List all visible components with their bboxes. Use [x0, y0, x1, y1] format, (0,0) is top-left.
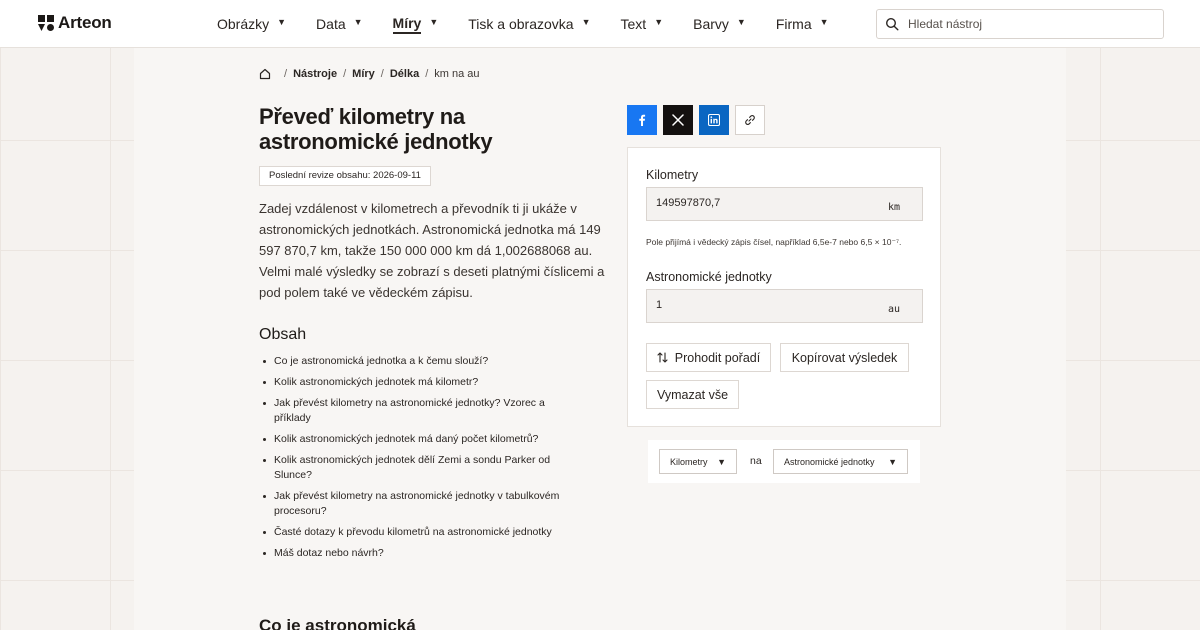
- share-linkedin-button[interactable]: [699, 105, 729, 135]
- revision-badge: Poslední revize obsahu: 2026-09-11: [259, 166, 431, 186]
- from-label: Kilometry: [646, 168, 699, 182]
- copy-result-button[interactable]: Kopírovat výsledek: [780, 343, 909, 372]
- astronomical-units-input[interactable]: [656, 299, 876, 311]
- caret-down-icon: ▼: [736, 17, 746, 27]
- nav-label: Firma: [775, 16, 812, 32]
- from-unit-select-value: Kilometry: [670, 456, 708, 467]
- linkedin-icon: [708, 114, 720, 126]
- toc-item[interactable]: Časté dotazy k převodu kilometrů na astr…: [263, 525, 584, 540]
- breadcrumb-separator: /: [380, 68, 384, 80]
- share-bar: [627, 105, 771, 135]
- toc-item[interactable]: Kolik astronomických jednotek dělí Zemi …: [263, 453, 584, 483]
- nav-item-tisk[interactable]: Tisk a obrazovka ▼: [468, 0, 590, 48]
- to-field: au: [646, 289, 923, 323]
- nav-item-data[interactable]: Data ▼: [316, 0, 363, 48]
- caret-down-icon: ▼: [277, 17, 287, 27]
- facebook-icon: [639, 114, 646, 126]
- home-icon[interactable]: [259, 68, 271, 80]
- breadcrumb-item[interactable]: Nástroje: [293, 68, 337, 80]
- swap-button[interactable]: Prohodit pořadí: [646, 343, 771, 372]
- toc-item[interactable]: Jak převést kilometry na astronomické je…: [263, 396, 584, 426]
- toc-item[interactable]: Máš dotaz nebo návrh?: [263, 546, 584, 561]
- clear-all-button[interactable]: Vymazat vše: [646, 380, 739, 409]
- nav-label: Míry: [392, 15, 422, 34]
- breadcrumb-separator: /: [425, 68, 429, 80]
- from-field: km: [646, 187, 923, 221]
- converter-card: Kilometry km Pole přijímá i vědecký zápi…: [627, 147, 941, 427]
- breadcrumb-item[interactable]: Délka: [390, 68, 419, 80]
- nav-item-firma[interactable]: Firma ▼: [776, 0, 829, 48]
- nav-item-obrazky[interactable]: Obrázky ▼: [217, 0, 286, 48]
- nav-item-miry[interactable]: Míry ▼: [392, 0, 439, 48]
- caret-down-icon: ▼: [429, 17, 439, 27]
- nav-label: Obrázky: [217, 16, 270, 32]
- section-heading: Co je astronomická: [259, 616, 416, 630]
- table-of-contents: Co je astronomická jednotka a k čemu slo…: [263, 354, 584, 567]
- field-hint: Pole přijímá i vědecký zápis čísel, např…: [646, 237, 902, 247]
- nav-item-text[interactable]: Text ▼: [621, 0, 664, 48]
- toc-item[interactable]: Kolik astronomických jednotek má kilomet…: [263, 375, 584, 390]
- nav-label: Barvy: [693, 16, 729, 32]
- breadcrumb: / Nástroje / Míry / Délka / km na au: [259, 68, 480, 80]
- to-unit-select-value: Astronomické jednotky: [784, 456, 875, 467]
- logo[interactable]: Arteon: [38, 13, 112, 33]
- to-unit-select[interactable]: Astronomické jednotky ▼: [773, 449, 908, 474]
- toc-item[interactable]: Kolik astronomických jednotek má daný po…: [263, 432, 584, 447]
- intro-text: Zadej vzdálenost v kilometrech a převodn…: [259, 201, 605, 300]
- breadcrumb-separator: /: [343, 68, 347, 80]
- toc-item[interactable]: Co je astronomická jednotka a k čemu slo…: [263, 354, 584, 369]
- site-header: Arteon Obrázky ▼ Data ▼ Míry ▼ Tisk a ob…: [0, 0, 1200, 48]
- search-input[interactable]: [908, 17, 1148, 31]
- to-unit: au: [887, 304, 900, 315]
- kilometers-input[interactable]: [656, 197, 876, 209]
- x-icon: [672, 114, 684, 126]
- caret-down-icon: ▼: [717, 456, 726, 467]
- breadcrumb-separator: /: [284, 68, 288, 80]
- search-icon: [885, 17, 899, 31]
- main-nav: Obrázky ▼ Data ▼ Míry ▼ Tisk a obrazovka…: [217, 0, 859, 48]
- clear-all-label: Vymazat vše: [656, 387, 729, 402]
- from-unit-select[interactable]: Kilometry ▼: [659, 449, 737, 474]
- swap-label: Prohodit pořadí: [674, 350, 761, 365]
- nav-label: Tisk a obrazovka: [468, 16, 574, 32]
- logo-text: Arteon: [58, 13, 112, 32]
- to-label: Astronomické jednotky: [646, 270, 772, 284]
- unit-selector-bar: Kilometry ▼ na Astronomické jednotky ▼: [648, 440, 920, 483]
- caret-down-icon: ▼: [581, 17, 591, 27]
- share-facebook-button[interactable]: [627, 105, 657, 135]
- link-icon: [745, 115, 755, 125]
- share-x-button[interactable]: [663, 105, 693, 135]
- logo-icon: [38, 15, 54, 31]
- nav-item-barvy[interactable]: Barvy ▼: [693, 0, 746, 48]
- caret-down-icon: ▼: [888, 456, 897, 467]
- copy-link-button[interactable]: [735, 105, 765, 135]
- caret-down-icon: ▼: [654, 17, 664, 27]
- from-unit: km: [887, 202, 900, 213]
- nav-label: Text: [620, 16, 647, 32]
- toc-item[interactable]: Jak převést kilometry na astronomické je…: [263, 489, 584, 519]
- search-box: [876, 9, 1164, 39]
- copy-result-label: Kopírovat výsledek: [791, 350, 898, 365]
- page-title: Převeď kilometry na astronomické jednotk…: [259, 104, 493, 154]
- breadcrumb-item[interactable]: Míry: [352, 68, 375, 80]
- caret-down-icon: ▼: [353, 17, 363, 27]
- toc-title: Obsah: [259, 326, 307, 343]
- unit-connector: na: [750, 455, 762, 467]
- swap-icon: [657, 352, 668, 363]
- breadcrumb-current: km na au: [434, 68, 480, 80]
- caret-down-icon: ▼: [819, 17, 829, 27]
- nav-label: Data: [316, 16, 346, 32]
